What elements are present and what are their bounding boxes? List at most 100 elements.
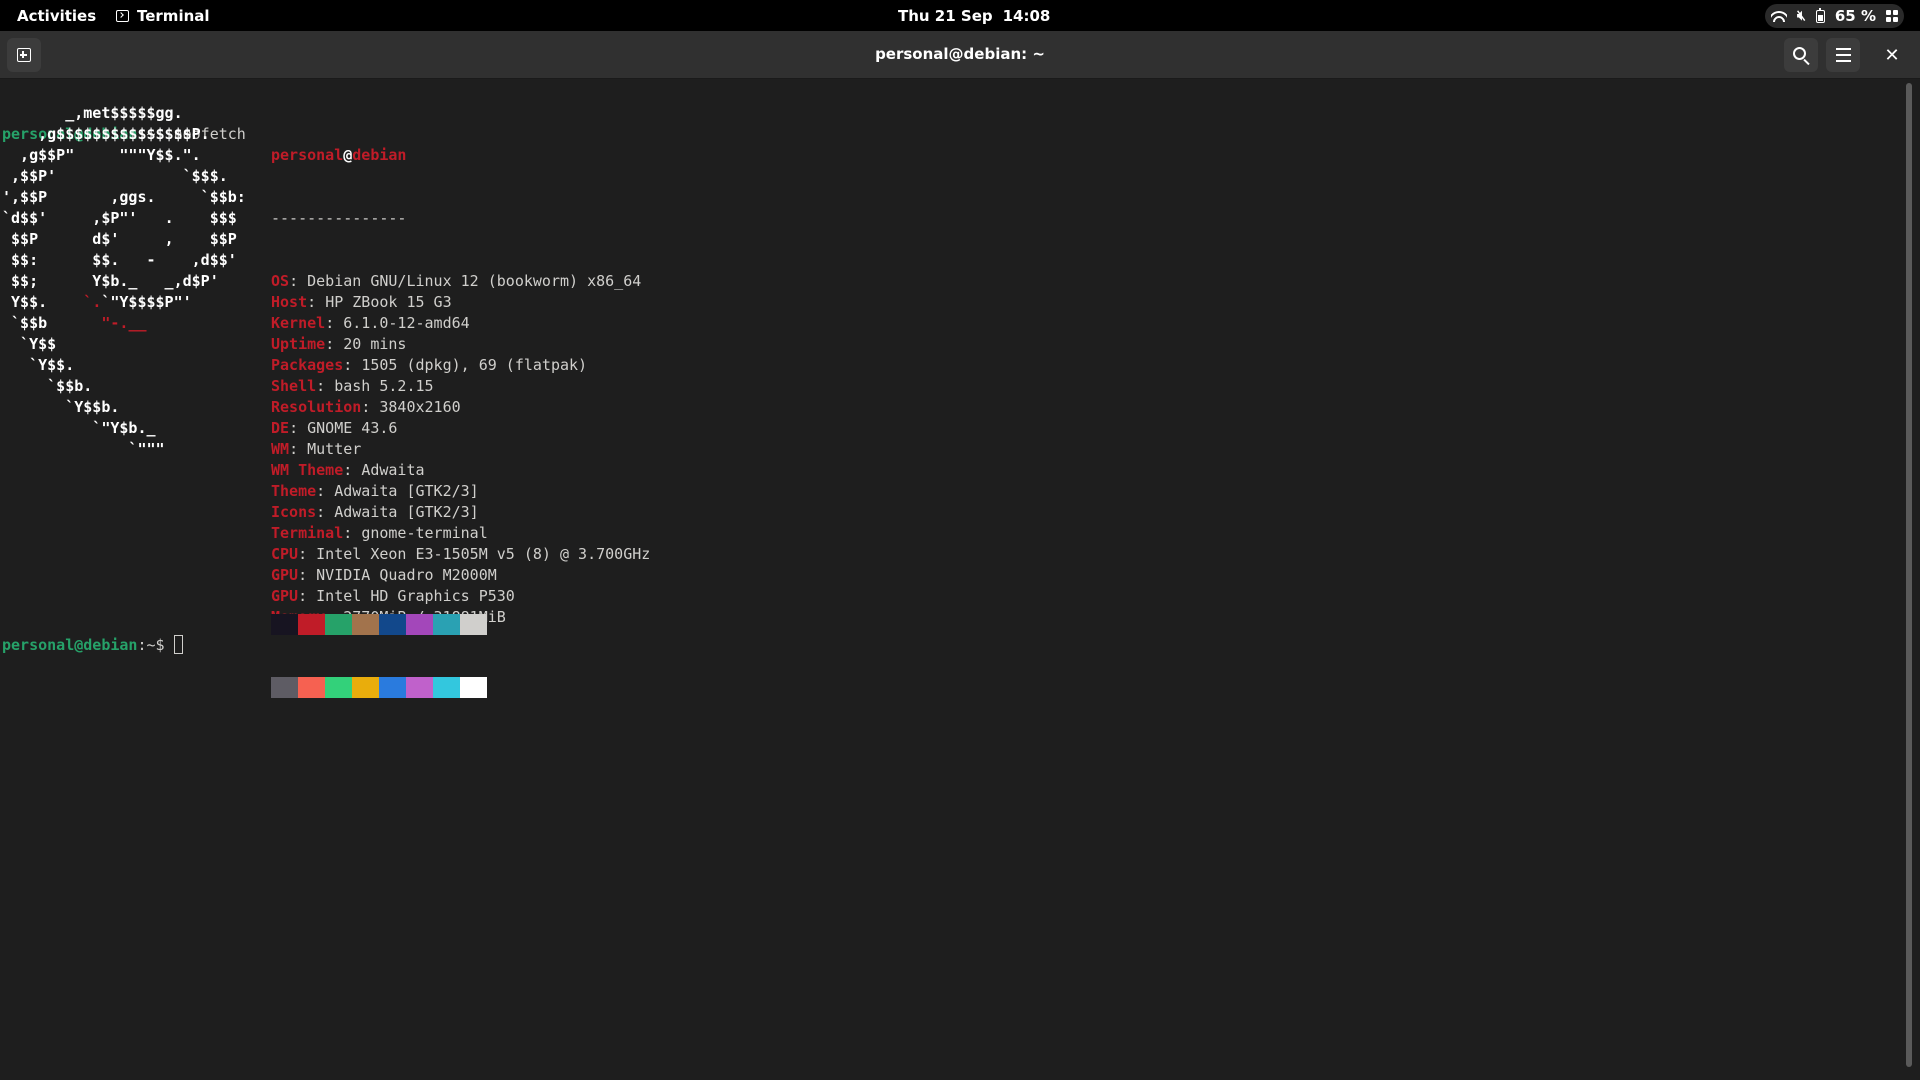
info-value: Adwaita (361, 461, 425, 479)
info-line: WM Theme: Adwaita (271, 461, 425, 479)
window-title: personal@debian: ~ (875, 45, 1045, 63)
ascii-art-line: `Y$$ (2, 335, 57, 353)
info-key: WM (271, 440, 290, 458)
active-prompt-line: personal@debian:~$ (2, 635, 183, 656)
info-line: Uptime: 20 mins (271, 335, 407, 353)
palette-swatch-bright (271, 677, 298, 698)
info-key: Packages (271, 356, 344, 374)
prompt-path: :~ (137, 636, 156, 654)
info-value: Adwaita [GTK2/3] (334, 503, 479, 521)
app-menu[interactable]: Terminal (116, 7, 210, 25)
palette-swatch (406, 614, 433, 635)
palette-swatch-bright (298, 677, 325, 698)
main-menu-button[interactable] (1826, 38, 1860, 72)
info-line: Resolution: 3840x2160 (271, 398, 461, 416)
ascii-art-line: ,$$P' `$$$. (2, 167, 228, 185)
info-key: CPU (271, 545, 299, 563)
info-value: Intel Xeon E3-1505M v5 (8) @ 3.700GHz (316, 545, 651, 563)
info-key: Kernel (271, 314, 326, 332)
wifi-icon (1771, 10, 1788, 22)
terminal-icon (116, 10, 129, 22)
search-button[interactable] (1784, 38, 1818, 72)
terminal-window: personal@debian: ~ ✕ personal@debian:~$ … (0, 31, 1920, 1080)
ascii-art-line: `Y$$. (2, 356, 75, 374)
info-separator: --------------- (271, 209, 407, 227)
color-palette (271, 572, 487, 740)
close-button[interactable]: ✕ (1875, 38, 1909, 72)
info-host: debian (352, 146, 407, 164)
top-bar: Activities Terminal Thu 21 Sep 14:08 🔇︎ … (0, 0, 1920, 31)
info-value: Adwaita [GTK2/3] (334, 482, 479, 500)
info-line: WM: Mutter (271, 440, 362, 458)
info-key: Resolution (271, 398, 362, 416)
app-menu-label: Terminal (137, 7, 210, 25)
ascii-art-line: `$$b "-.__ (2, 314, 147, 332)
ascii-art-line: _,met$$$$$gg. (2, 104, 183, 122)
palette-row-bright (271, 677, 487, 698)
info-value: Mutter (307, 440, 362, 458)
prompt-symbol: $ (155, 636, 174, 654)
system-status-menu[interactable]: 🔇︎ 65 % (1765, 4, 1904, 28)
info-line: OS: Debian GNU/Linux 12 (bookworm) x86_6… (271, 272, 642, 290)
search-icon (1792, 46, 1806, 60)
info-value: HP ZBook 15 G3 (325, 293, 452, 311)
ascii-art-line: `Y$$b. (2, 398, 120, 416)
ascii-art-line: `d$$' ,$P"' . $$$ (2, 209, 237, 227)
info-value: 1505 (dpkg), 69 (flatpak) (361, 356, 588, 374)
info-line: Kernel: 6.1.0-12-amd64 (271, 314, 470, 332)
info-key: WM Theme (271, 461, 344, 479)
info-line: Shell: bash 5.2.15 (271, 377, 434, 395)
palette-swatch (379, 614, 406, 635)
ascii-art-line: ,g$$$$$$$$$$$$$$$P. (2, 125, 210, 143)
activities-button[interactable]: Activities (17, 7, 96, 25)
quick-settings-icon (1886, 10, 1898, 22)
ascii-art-line: $$: $$. - ,d$$' (2, 251, 237, 269)
palette-swatch-bright (406, 677, 433, 698)
info-value: GNOME 43.6 (307, 419, 398, 437)
ascii-art-line: $$P d$' , $$P (2, 230, 237, 248)
scrollbar[interactable] (1906, 83, 1912, 1067)
info-key: OS (271, 272, 290, 290)
info-key: Uptime (271, 335, 326, 353)
text-cursor (173, 635, 183, 654)
info-value: 20 mins (343, 335, 407, 353)
info-key: Icons (271, 503, 317, 521)
info-key: DE (271, 419, 290, 437)
new-tab-icon (17, 48, 31, 62)
info-line: Theme: Adwaita [GTK2/3] (271, 482, 479, 500)
info-value: 6.1.0-12-amd64 (343, 314, 470, 332)
palette-swatch (352, 614, 379, 635)
prompt-user: personal@debian (2, 636, 138, 654)
clock-time: 14:08 (1002, 7, 1051, 25)
info-key: Terminal (271, 524, 344, 542)
info-line: Terminal: gnome-terminal (271, 524, 488, 542)
info-line: CPU: Intel Xeon E3-1505M v5 (8) @ 3.700G… (271, 545, 651, 563)
info-value: gnome-terminal (361, 524, 488, 542)
info-line: Packages: 1505 (dpkg), 69 (flatpak) (271, 356, 588, 374)
palette-swatch-bright (379, 677, 406, 698)
info-user: personal (271, 146, 344, 164)
terminal-output[interactable]: personal@debian:~$ neofetch _,met$$$$$gg… (2, 82, 1902, 1072)
ascii-art-line: Y$$. `.`"Y$$$$P"' (2, 293, 192, 311)
palette-swatch (325, 614, 352, 635)
ascii-art-line: ',$$P ,ggs. `$$b: (2, 188, 246, 206)
info-key: Theme (271, 482, 317, 500)
header-bar: personal@debian: ~ ✕ (0, 31, 1920, 79)
battery-icon (1815, 7, 1825, 23)
palette-swatch-bright (325, 677, 352, 698)
clock[interactable]: Thu 21 Sep 14:08 (898, 7, 1050, 25)
palette-swatch (433, 614, 460, 635)
close-icon: ✕ (1884, 44, 1900, 66)
palette-swatch (271, 614, 298, 635)
palette-row-normal (271, 614, 487, 635)
info-title: personal@debian (271, 145, 650, 166)
new-tab-button[interactable] (7, 38, 41, 72)
info-key: Host (271, 293, 308, 311)
ascii-art-line: `$$b. (2, 377, 93, 395)
ascii-art-line: `"Y$b._ (2, 419, 156, 437)
ascii-art-line: `""" (2, 440, 165, 458)
ascii-art-line: $$; Y$b._ _,d$P' (2, 272, 219, 290)
info-value: bash 5.2.15 (334, 377, 434, 395)
palette-swatch (298, 614, 325, 635)
debian-ascii-logo: _,met$$$$$gg. ,g$$$$$$$$$$$$$$$P. ,g$$P"… (2, 103, 246, 460)
